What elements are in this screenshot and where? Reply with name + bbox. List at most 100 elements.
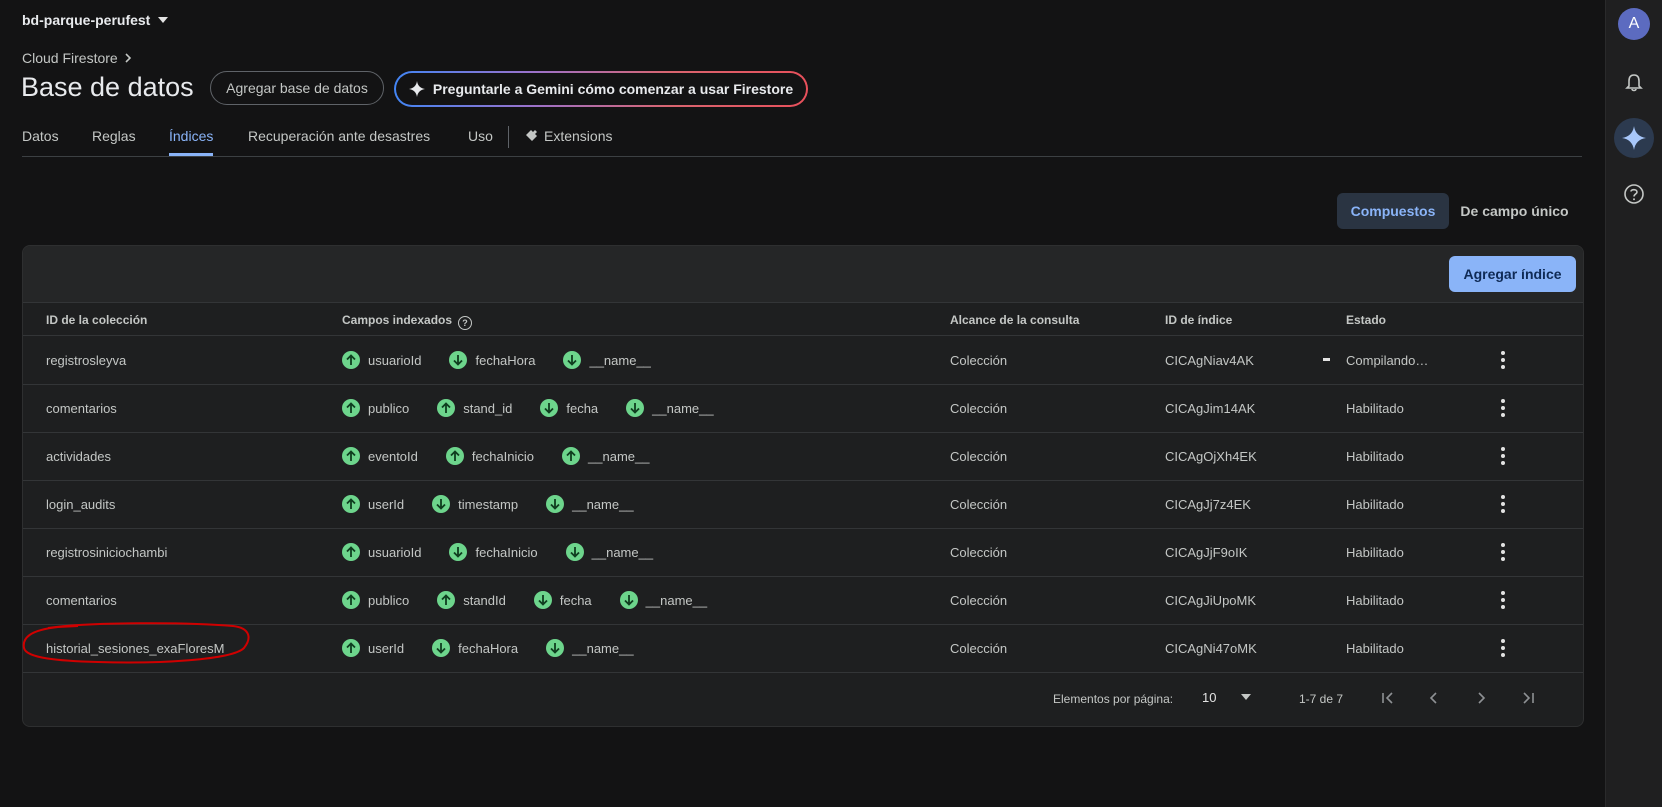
- query-scope: Colección: [950, 352, 1008, 368]
- arrow-up-icon: [342, 399, 360, 417]
- per-page-select[interactable]: 10: [1202, 690, 1216, 705]
- next-page-icon[interactable]: [1469, 686, 1493, 710]
- dropdown-arrow-icon[interactable]: [1241, 694, 1251, 700]
- more-options-icon[interactable]: [1501, 480, 1505, 528]
- status: Habilitado: [1346, 400, 1404, 416]
- tab-datos[interactable]: Datos: [22, 128, 59, 156]
- arrow-up-icon: [437, 591, 456, 609]
- collection-id: registrosiniciochambi: [46, 544, 168, 560]
- segment-campo-unico[interactable]: De campo único: [1452, 193, 1577, 229]
- arrow-down-icon: [449, 543, 468, 561]
- prev-page-icon[interactable]: [1422, 686, 1446, 710]
- segment-compuestos[interactable]: Compuestos: [1337, 193, 1449, 229]
- table-row[interactable]: comentarios publico stand_id fecha __name__ C…: [23, 384, 1583, 433]
- more-options-icon[interactable]: [1501, 384, 1505, 432]
- extensions-icon: [526, 130, 537, 141]
- arrow-down-icon: [563, 351, 582, 369]
- field-name: __name__: [591, 544, 654, 560]
- field-name: usuarioId: [368, 352, 422, 368]
- field-name: userId: [368, 640, 405, 656]
- arrow-down-icon: [546, 639, 565, 657]
- arrow-down-icon: [449, 351, 468, 369]
- breadcrumb[interactable]: Cloud Firestore: [22, 50, 132, 66]
- indexed-field: __name__: [546, 495, 634, 513]
- indexed-field: __name__: [619, 591, 708, 609]
- tab-extensions[interactable]: Extensions: [525, 128, 612, 156]
- project-name: bd-parque-perufest: [22, 12, 151, 28]
- bell-icon[interactable]: [1614, 63, 1654, 103]
- first-page-icon[interactable]: [1376, 686, 1400, 710]
- arrow-down-icon: [540, 399, 559, 417]
- index-id: CICAgJiUpoMK: [1165, 592, 1257, 608]
- indexed-field: userId: [342, 639, 404, 657]
- card-toolbar: Agregar índice: [23, 246, 1583, 303]
- indexed-field: __name__: [563, 351, 651, 369]
- indexed-field: stand_id: [437, 399, 512, 417]
- more-options-icon[interactable]: [1501, 336, 1505, 384]
- table-row[interactable]: comentarios publico standId fecha __name__ Co…: [23, 576, 1583, 625]
- indexed-field: usuarioId: [342, 351, 421, 369]
- table-header: ID de la colección Campos indexados? Alc…: [23, 303, 1583, 336]
- col-indexed-fields: Campos indexados: [342, 313, 453, 327]
- col-indexed-fields-wrap: Campos indexados?: [342, 313, 473, 330]
- indexed-field: fecha: [533, 591, 592, 609]
- field-name: __name__: [645, 592, 708, 608]
- more-options-icon[interactable]: [1501, 624, 1505, 672]
- tab-recuperacion[interactable]: Recuperación ante desastres: [248, 128, 430, 156]
- indexed-fields: usuarioId fechaHora __name__: [342, 336, 679, 384]
- last-page-icon[interactable]: [1516, 686, 1540, 710]
- indexed-fields: userId fechaHora __name__: [342, 624, 662, 672]
- index-id: CICAgJj7z4EK: [1165, 496, 1251, 512]
- field-name: publico: [368, 592, 410, 608]
- arrow-down-icon: [432, 495, 451, 513]
- indexed-field: usuarioId: [342, 543, 421, 561]
- table-row[interactable]: registrosiniciochambi usuarioId fechaInici…: [23, 528, 1583, 577]
- table-row[interactable]: historial_sesiones_exaFloresM userId fecha…: [23, 624, 1583, 673]
- status: Compilando…: [1346, 352, 1429, 368]
- query-scope: Colección: [950, 592, 1008, 608]
- indexed-field: timestamp: [432, 495, 518, 513]
- arrow-up-icon: [342, 447, 360, 465]
- arrow-down-icon: [565, 543, 584, 561]
- add-index-button[interactable]: Agregar índice: [1449, 256, 1576, 292]
- more-options-icon[interactable]: [1501, 576, 1505, 624]
- field-name: fechaInicio: [471, 448, 535, 464]
- indexed-field: publico: [342, 399, 409, 417]
- gemini-prompt-label: Preguntarle a Gemini cómo comenzar a usa…: [432, 81, 794, 97]
- arrow-up-icon: [445, 447, 464, 465]
- indexed-field: eventoId: [342, 447, 418, 465]
- field-name: fecha: [566, 400, 599, 416]
- help-icon[interactable]: ?: [458, 316, 473, 330]
- status: Habilitado: [1346, 496, 1404, 512]
- indexed-field: publico: [342, 591, 409, 609]
- field-name: timestamp: [458, 496, 519, 512]
- arrow-up-icon: [437, 399, 456, 417]
- indexed-field: standId: [437, 591, 506, 609]
- query-scope: Colección: [950, 640, 1008, 656]
- field-name: publico: [368, 400, 410, 416]
- collection-id: comentarios: [46, 400, 117, 416]
- breadcrumb-label: Cloud Firestore: [22, 50, 118, 66]
- pagination: Elementos por página: 10 1-7 de 7: [23, 670, 1583, 726]
- query-scope: Colección: [950, 448, 1008, 464]
- project-selector[interactable]: bd-parque-perufest: [22, 12, 169, 28]
- tab-indices[interactable]: Índices: [169, 128, 214, 156]
- tab-uso[interactable]: Uso: [468, 128, 493, 156]
- add-database-button[interactable]: Agregar base de datos: [210, 71, 384, 105]
- more-options-icon[interactable]: [1501, 528, 1505, 576]
- table-row[interactable]: actividades eventoId fechaInicio __name__ Co…: [23, 432, 1583, 481]
- tab-reglas[interactable]: Reglas: [92, 128, 136, 156]
- gemini-prompt-button[interactable]: Preguntarle a Gemini cómo comenzar a usa…: [394, 71, 808, 107]
- table-row[interactable]: registrosleyva usuarioId fechaHora __name__…: [23, 336, 1583, 385]
- help-icon[interactable]: [1614, 174, 1654, 214]
- gemini-icon[interactable]: [1614, 118, 1654, 158]
- index-id: CICAgJim14AK: [1165, 400, 1256, 416]
- table-row[interactable]: login_audits userId timestamp __name__ Colec…: [23, 480, 1583, 529]
- query-scope: Colección: [950, 544, 1008, 560]
- arrow-up-icon: [342, 543, 360, 561]
- status: Habilitado: [1346, 448, 1404, 464]
- more-options-icon[interactable]: [1501, 432, 1505, 480]
- query-scope: Colección: [950, 496, 1008, 512]
- avatar[interactable]: A: [1618, 8, 1650, 40]
- tab-divider: [508, 126, 509, 148]
